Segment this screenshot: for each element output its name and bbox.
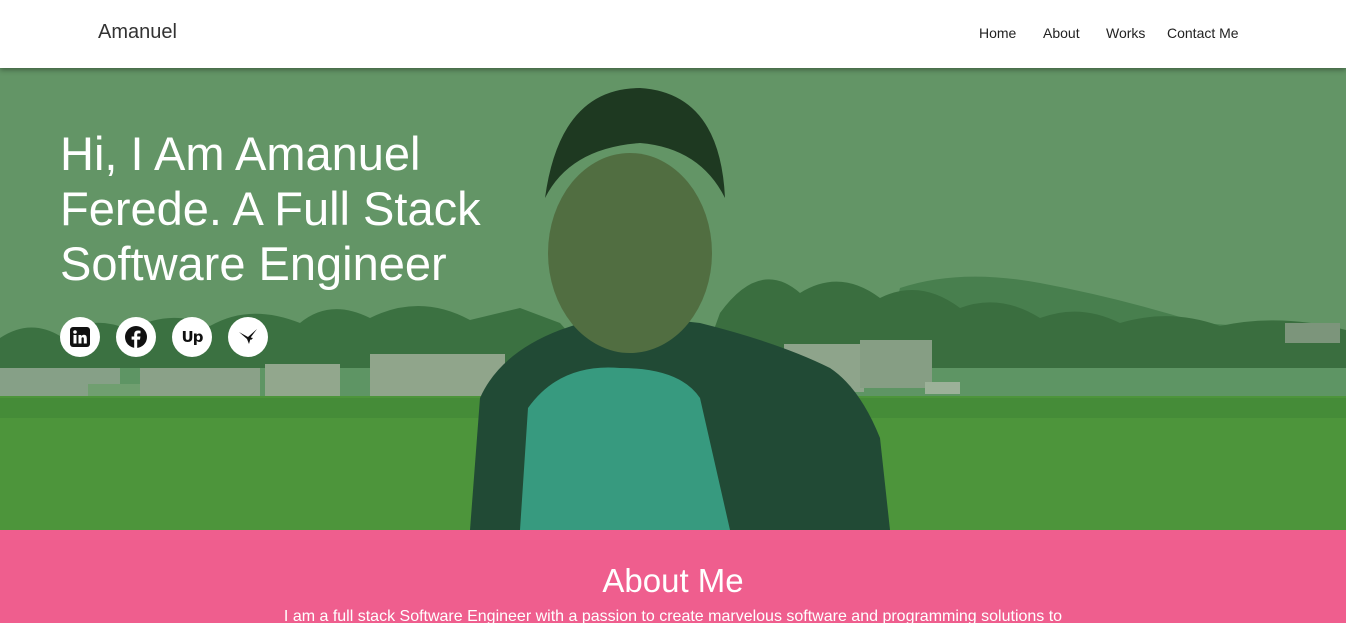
about-description: I am a full stack Software Engineer with… xyxy=(283,608,1063,623)
facebook-icon xyxy=(125,326,147,348)
about-title: About Me xyxy=(602,562,744,599)
upwork-icon: Up xyxy=(181,328,204,346)
nav-works-link[interactable]: Works xyxy=(1106,25,1145,41)
hero-section: Hi, I Am Amanuel Ferede. A Full Stack So… xyxy=(0,68,1346,530)
hero-title: Hi, I Am Amanuel Ferede. A Full Stack So… xyxy=(60,127,481,290)
upwork-link[interactable]: Up xyxy=(172,317,212,357)
nav-home-link[interactable]: Home xyxy=(979,25,1016,41)
about-section: About Me I am a full stack Software Engi… xyxy=(0,530,1346,623)
nav-contact-link[interactable]: Contact Me xyxy=(1167,25,1239,41)
hummingbird-link[interactable] xyxy=(228,317,268,357)
nav-about-link[interactable]: About xyxy=(1043,25,1080,41)
linkedin-icon xyxy=(70,327,90,347)
hummingbird-icon xyxy=(239,329,257,344)
navbar: Amanuel Home About Works Contact Me xyxy=(0,0,1346,68)
nav-menu: Home About Works Contact Me xyxy=(0,25,1346,45)
linkedin-link[interactable] xyxy=(60,317,100,357)
facebook-link[interactable] xyxy=(116,317,156,357)
